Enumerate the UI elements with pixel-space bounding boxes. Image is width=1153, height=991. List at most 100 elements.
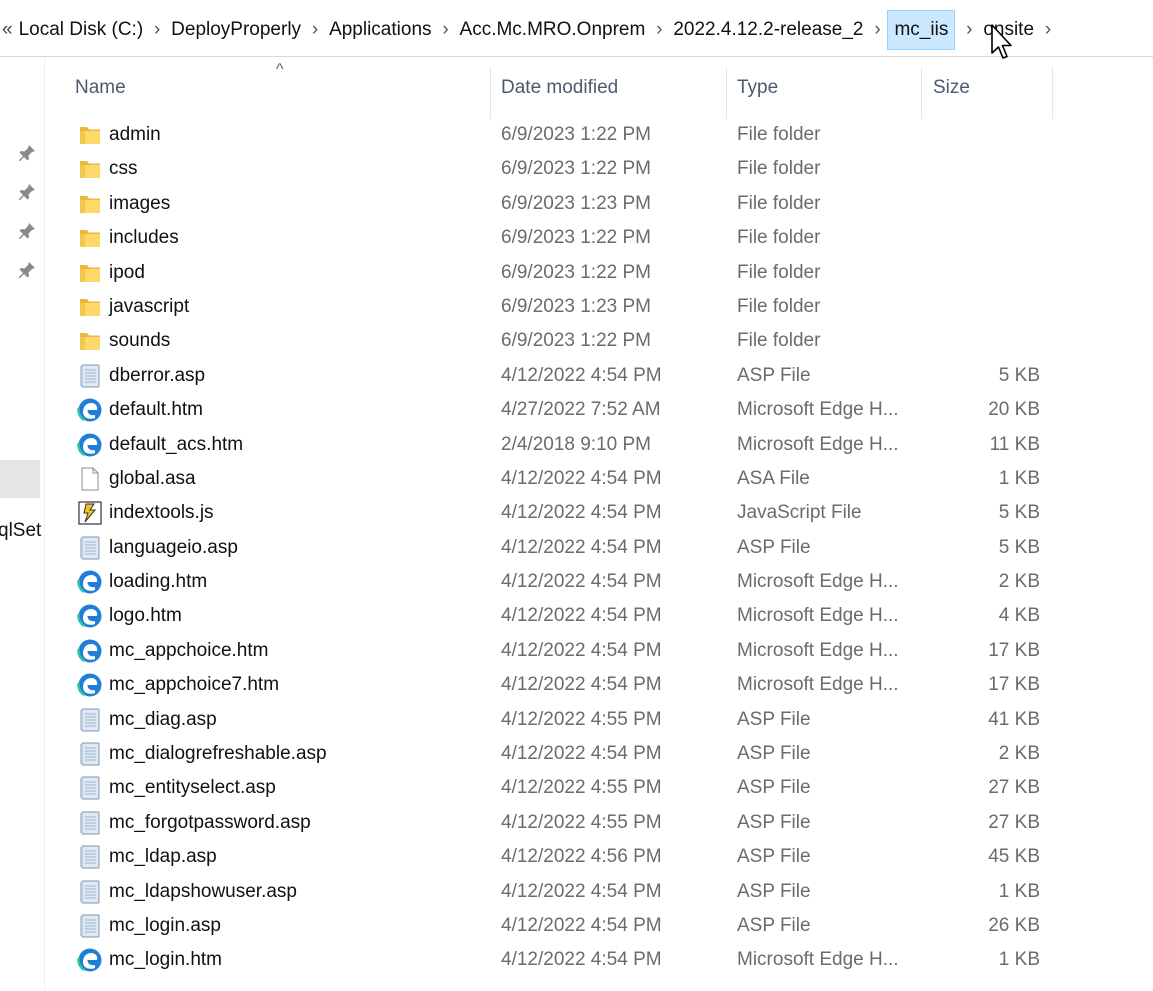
- file-row[interactable]: default_acs.htm 2/4/2018 9:10 PM Microsoft…: [44, 427, 1153, 461]
- file-date-modified: 6/9/2023 1:22 PM: [501, 158, 651, 180]
- blank-file-icon: [77, 466, 103, 492]
- file-date-modified: 4/12/2022 4:55 PM: [501, 708, 662, 730]
- asp-file-icon: [77, 844, 103, 870]
- file-row[interactable]: global.asa 4/12/2022 4:54 PM ASA File 1 KB: [44, 461, 1153, 495]
- file-row[interactable]: loading.htm 4/12/2022 4:54 PM Microsoft Ed…: [44, 564, 1153, 598]
- nav-item-label[interactable]: qlSet: [0, 520, 41, 542]
- file-row[interactable]: mc_appchoice.htm 4/12/2022 4:54 PM Microso…: [44, 633, 1153, 667]
- chevron-right-icon[interactable]: ›: [955, 19, 983, 41]
- breadcrumb-item[interactable]: 2022.4.12.2-release_2: [673, 10, 863, 50]
- file-size: 26 KB: [988, 914, 1040, 936]
- file-size: 2 KB: [998, 743, 1040, 765]
- file-row[interactable]: mc_ldapshowuser.asp 4/12/2022 4:54 PM ASP …: [44, 874, 1153, 908]
- file-row[interactable]: includes 6/9/2023 1:22 PM File folder: [44, 220, 1153, 254]
- column-divider[interactable]: [921, 67, 922, 119]
- chevron-right-icon[interactable]: ›: [645, 19, 673, 41]
- file-size: [924, 323, 1040, 357]
- file-row[interactable]: ipod 6/9/2023 1:22 PM File folder: [44, 255, 1153, 289]
- file-row[interactable]: images 6/9/2023 1:23 PM File folder: [44, 186, 1153, 220]
- file-row[interactable]: javascript 6/9/2023 1:23 PM File folder: [44, 289, 1153, 323]
- file-date-modified: 6/9/2023 1:22 PM: [501, 124, 651, 145]
- file-date-modified: 4/12/2022 4:54 PM: [501, 605, 662, 627]
- edge-icon: [77, 672, 103, 698]
- file-row[interactable]: default.htm 4/27/2022 7:52 AM Microsoft Ed…: [44, 392, 1153, 426]
- file-size: 45 KB: [988, 846, 1040, 868]
- file-type: ASP File: [737, 880, 811, 902]
- file-row[interactable]: indextools.js 4/12/2022 4:54 PM JavaScript…: [44, 495, 1153, 529]
- pin-icon[interactable]: [17, 182, 37, 202]
- column-divider[interactable]: [1052, 67, 1053, 119]
- file-row[interactable]: languageio.asp 4/12/2022 4:54 PM ASP File 5…: [44, 530, 1153, 564]
- file-type: ASP File: [737, 536, 811, 558]
- file-size: 5 KB: [998, 364, 1040, 386]
- file-row[interactable]: css 6/9/2023 1:22 PM File folder: [44, 151, 1153, 185]
- file-row[interactable]: logo.htm 4/12/2022 4:54 PM Microsoft Edge …: [44, 598, 1153, 632]
- file-row[interactable]: dberror.asp 4/12/2022 4:54 PM ASP File 5 KB: [44, 358, 1153, 392]
- chevron-right-icon[interactable]: ›: [1034, 19, 1062, 41]
- file-name: default.htm: [109, 399, 203, 421]
- js-file-icon: [77, 500, 103, 526]
- breadcrumb-item[interactable]: DeployProperly: [171, 10, 301, 50]
- file-name: mc_forgotpassword.asp: [109, 811, 311, 833]
- pin-icon[interactable]: [17, 221, 37, 241]
- asp-file-icon: [77, 879, 103, 905]
- file-type: ASP File: [737, 846, 811, 868]
- file-row[interactable]: mc_ldap.asp 4/12/2022 4:56 PM ASP File 45 K…: [44, 839, 1153, 873]
- breadcrumb-item[interactable]: Acc.Mc.MRO.Onprem: [460, 10, 646, 50]
- file-row[interactable]: admin 6/9/2023 1:22 PM File folder: [44, 117, 1153, 151]
- asp-file-icon: [77, 775, 103, 801]
- folder-icon: [77, 294, 103, 320]
- chevron-right-icon[interactable]: ›: [143, 19, 171, 41]
- pin-icon[interactable]: [17, 143, 37, 163]
- file-row[interactable]: mc_dialogrefreshable.asp 4/12/2022 4:54 P…: [44, 736, 1153, 770]
- file-size: 5 KB: [998, 502, 1040, 524]
- file-row[interactable]: mc_diag.asp 4/12/2022 4:55 PM ASP File 41 K…: [44, 702, 1153, 736]
- file-type: Microsoft Edge H...: [737, 571, 899, 593]
- file-type: File folder: [737, 158, 821, 180]
- file-type: Microsoft Edge H...: [737, 433, 899, 455]
- file-name: mc_login.asp: [109, 914, 221, 936]
- file-name: mc_ldapshowuser.asp: [109, 880, 297, 902]
- breadcrumb-item[interactable]: mc_iis: [887, 10, 956, 50]
- file-type: ASP File: [737, 743, 811, 765]
- file-type: ASP File: [737, 364, 811, 386]
- column-header-type[interactable]: Type: [737, 77, 778, 99]
- file-type: Microsoft Edge H...: [737, 949, 899, 971]
- folder-icon: [77, 225, 103, 251]
- file-size: [924, 117, 1040, 151]
- column-header-date[interactable]: Date modified: [501, 77, 618, 99]
- file-date-modified: 4/12/2022 4:54 PM: [501, 743, 662, 765]
- file-size: 1 KB: [998, 880, 1040, 902]
- pin-icon[interactable]: [17, 260, 37, 280]
- file-size: 11 KB: [989, 433, 1040, 455]
- file-date-modified: 6/9/2023 1:22 PM: [501, 227, 651, 249]
- breadcrumb-item[interactable]: Local Disk (C:): [19, 10, 144, 50]
- asp-file-icon: [77, 363, 103, 389]
- breadcrumb-item[interactable]: Applications: [329, 10, 431, 50]
- file-date-modified: 4/12/2022 4:54 PM: [501, 536, 662, 558]
- file-size: [924, 220, 1040, 254]
- file-row[interactable]: mc_entityselect.asp 4/12/2022 4:55 PM ASP …: [44, 770, 1153, 804]
- file-row[interactable]: mc_login.htm 4/12/2022 4:54 PM Microsoft E…: [44, 942, 1153, 976]
- file-name: admin: [109, 124, 161, 145]
- file-size: 2 KB: [998, 571, 1040, 593]
- column-divider[interactable]: [490, 67, 491, 119]
- file-row[interactable]: mc_appchoice7.htm 4/12/2022 4:54 PM Micros…: [44, 667, 1153, 701]
- chevron-right-icon[interactable]: ›: [301, 19, 329, 41]
- column-divider[interactable]: [726, 67, 727, 119]
- file-type: ASP File: [737, 777, 811, 799]
- file-type: ASA File: [737, 467, 810, 489]
- file-name: includes: [109, 227, 179, 249]
- breadcrumb-overflow-icon[interactable]: «: [2, 19, 12, 41]
- file-type: File folder: [737, 227, 821, 249]
- column-header-size[interactable]: Size: [933, 77, 970, 99]
- file-row[interactable]: mc_login.asp 4/12/2022 4:54 PM ASP File 26 …: [44, 908, 1153, 942]
- nav-item-selected[interactable]: [0, 460, 40, 498]
- column-header-name[interactable]: Name: [75, 77, 126, 99]
- asp-file-icon: [77, 741, 103, 767]
- file-name: logo.htm: [109, 605, 182, 627]
- file-row[interactable]: mc_forgotpassword.asp 4/12/2022 4:55 PM AS…: [44, 805, 1153, 839]
- file-row[interactable]: sounds 6/9/2023 1:22 PM File folder: [44, 323, 1153, 357]
- breadcrumb: « Local Disk (C:) › DeployProperly › Applica…: [0, 0, 1062, 60]
- chevron-right-icon[interactable]: ›: [432, 19, 460, 41]
